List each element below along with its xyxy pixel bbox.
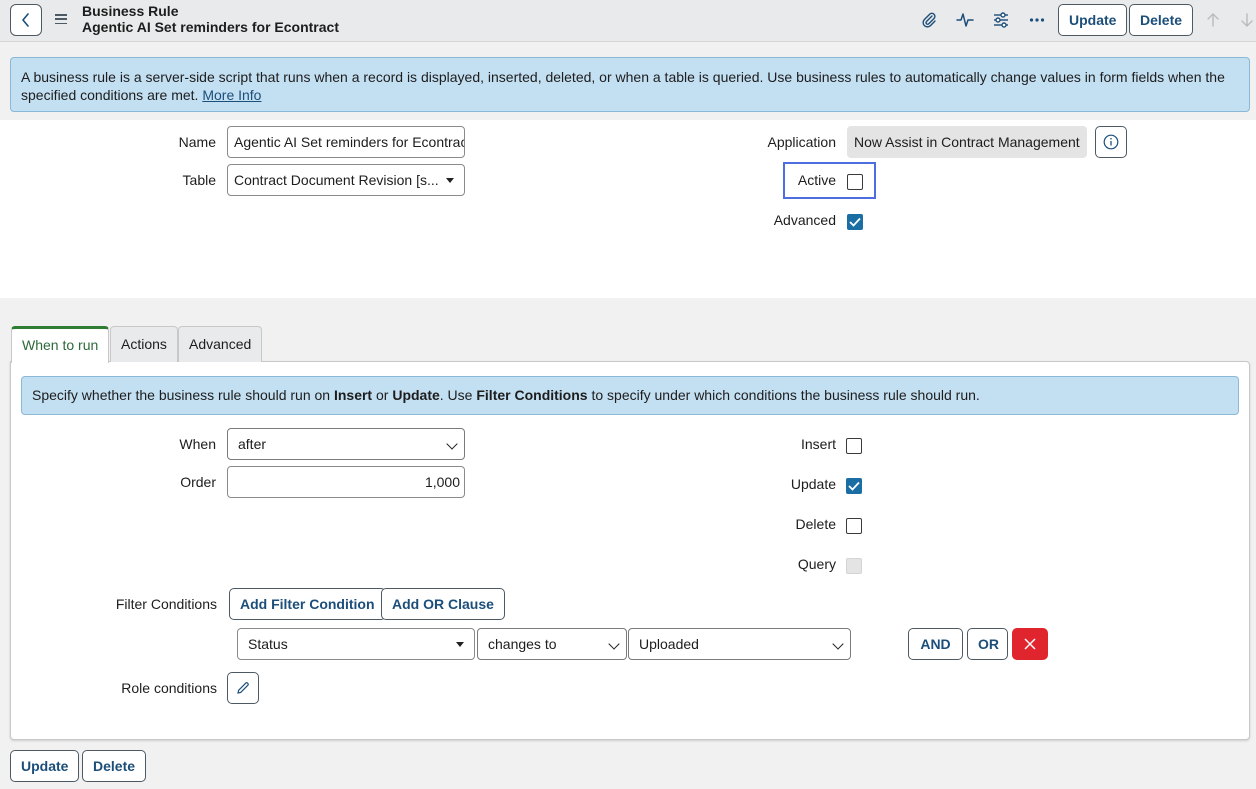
checkmark-icon xyxy=(848,481,860,491)
delete-checkbox[interactable] xyxy=(846,518,862,534)
chevron-down-icon xyxy=(446,438,458,450)
form-header: Business Rule Agentic AI Set reminders f… xyxy=(0,0,1256,42)
condition-operator-value: changes to xyxy=(488,636,557,652)
chevron-down-icon xyxy=(608,638,620,650)
caret-down-icon xyxy=(446,178,454,183)
banner2-text-2: or xyxy=(372,387,393,403)
condition-value: Uploaded xyxy=(639,636,699,652)
info-icon xyxy=(1103,134,1119,150)
context-menu-icon[interactable] xyxy=(55,13,67,25)
activity-icon[interactable] xyxy=(955,10,975,30)
application-info-button[interactable] xyxy=(1095,126,1127,158)
more-options-icon[interactable] xyxy=(1027,10,1047,30)
condition-operator-select[interactable]: changes to xyxy=(477,628,627,660)
table-select-value: Contract Document Revision [s... xyxy=(234,172,439,188)
pencil-icon xyxy=(237,682,249,694)
footer-delete-button[interactable]: Delete xyxy=(82,750,147,782)
back-button[interactable] xyxy=(10,4,42,36)
tab-when-to-run[interactable]: When to run xyxy=(11,326,110,363)
when-select[interactable]: after xyxy=(227,428,465,460)
name-label: Name xyxy=(178,134,216,150)
add-filter-condition-button[interactable]: Add Filter Condition xyxy=(229,588,386,620)
banner2-text-3: . Use xyxy=(439,387,477,403)
when-label: When xyxy=(179,436,216,452)
insert-label: Insert xyxy=(800,436,836,452)
table-label: Table xyxy=(182,172,216,188)
role-conditions-label: Role conditions xyxy=(121,680,217,696)
name-input[interactable]: Agentic AI Set reminders for Econtract xyxy=(227,126,465,158)
remove-condition-button[interactable] xyxy=(1012,628,1048,660)
table-select[interactable]: Contract Document Revision [s... xyxy=(227,164,465,196)
edit-role-conditions-button[interactable] xyxy=(227,672,259,704)
caret-down-icon xyxy=(456,642,464,647)
chevron-down-icon xyxy=(832,638,844,650)
delete-label: Delete xyxy=(795,516,836,532)
add-or-clause-button[interactable]: Add OR Clause xyxy=(381,588,505,620)
when-to-run-banner: Specify whether the business rule should… xyxy=(21,376,1239,415)
checkmark-icon xyxy=(849,217,861,227)
update-label: Update xyxy=(790,476,836,492)
order-label: Order xyxy=(180,474,216,490)
chevron-left-icon xyxy=(22,13,29,27)
close-icon xyxy=(1024,638,1036,650)
condition-value-select[interactable]: Uploaded xyxy=(628,628,851,660)
header-delete-button[interactable]: Delete xyxy=(1129,4,1194,36)
paperclip-icon[interactable] xyxy=(919,10,939,30)
banner2-insert: Insert xyxy=(333,387,373,403)
banner2-text-4: to specify under which conditions the bu… xyxy=(587,387,980,403)
or-button[interactable]: OR xyxy=(967,628,1008,660)
filter-conditions-label: Filter Conditions xyxy=(115,596,217,612)
order-input[interactable]: 1,000 xyxy=(227,466,465,498)
advanced-label: Advanced xyxy=(773,212,836,228)
query-checkbox xyxy=(846,558,862,574)
record-type: Business Rule xyxy=(82,3,179,19)
and-button[interactable]: AND xyxy=(908,628,963,660)
settings-sliders-icon[interactable] xyxy=(991,10,1011,30)
application-label: Application xyxy=(767,134,837,150)
active-checkbox[interactable] xyxy=(847,174,863,190)
query-label: Query xyxy=(797,556,836,572)
footer-update-button[interactable]: Update xyxy=(10,750,80,782)
arrow-up-icon[interactable] xyxy=(1203,10,1223,30)
when-select-value: after xyxy=(238,436,267,452)
condition-field-select[interactable]: Status xyxy=(237,628,475,660)
advanced-checkbox[interactable] xyxy=(847,214,863,230)
header-update-button[interactable]: Update xyxy=(1058,4,1128,36)
tab-actions[interactable]: Actions xyxy=(110,326,178,362)
record-name: Agentic AI Set reminders for Econtract xyxy=(82,19,339,35)
arrow-down-icon[interactable] xyxy=(1237,10,1256,30)
page-title: Business Rule Agentic AI Set reminders f… xyxy=(82,3,339,35)
condition-field-value: Status xyxy=(248,636,288,652)
insert-checkbox[interactable] xyxy=(846,438,862,454)
active-label: Active xyxy=(797,172,836,188)
banner2-text-1: Specify whether the business rule should… xyxy=(32,387,334,403)
tab-advanced[interactable]: Advanced xyxy=(178,326,263,362)
update-checkbox[interactable] xyxy=(846,478,862,494)
banner2-update: Update xyxy=(392,387,440,403)
info-banner: A business rule is a server-side script … xyxy=(10,57,1250,112)
more-info-link[interactable]: More Info xyxy=(202,87,261,103)
banner2-filter-conditions: Filter Conditions xyxy=(476,387,588,403)
application-field: Now Assist in Contract Management xyxy=(847,126,1087,158)
